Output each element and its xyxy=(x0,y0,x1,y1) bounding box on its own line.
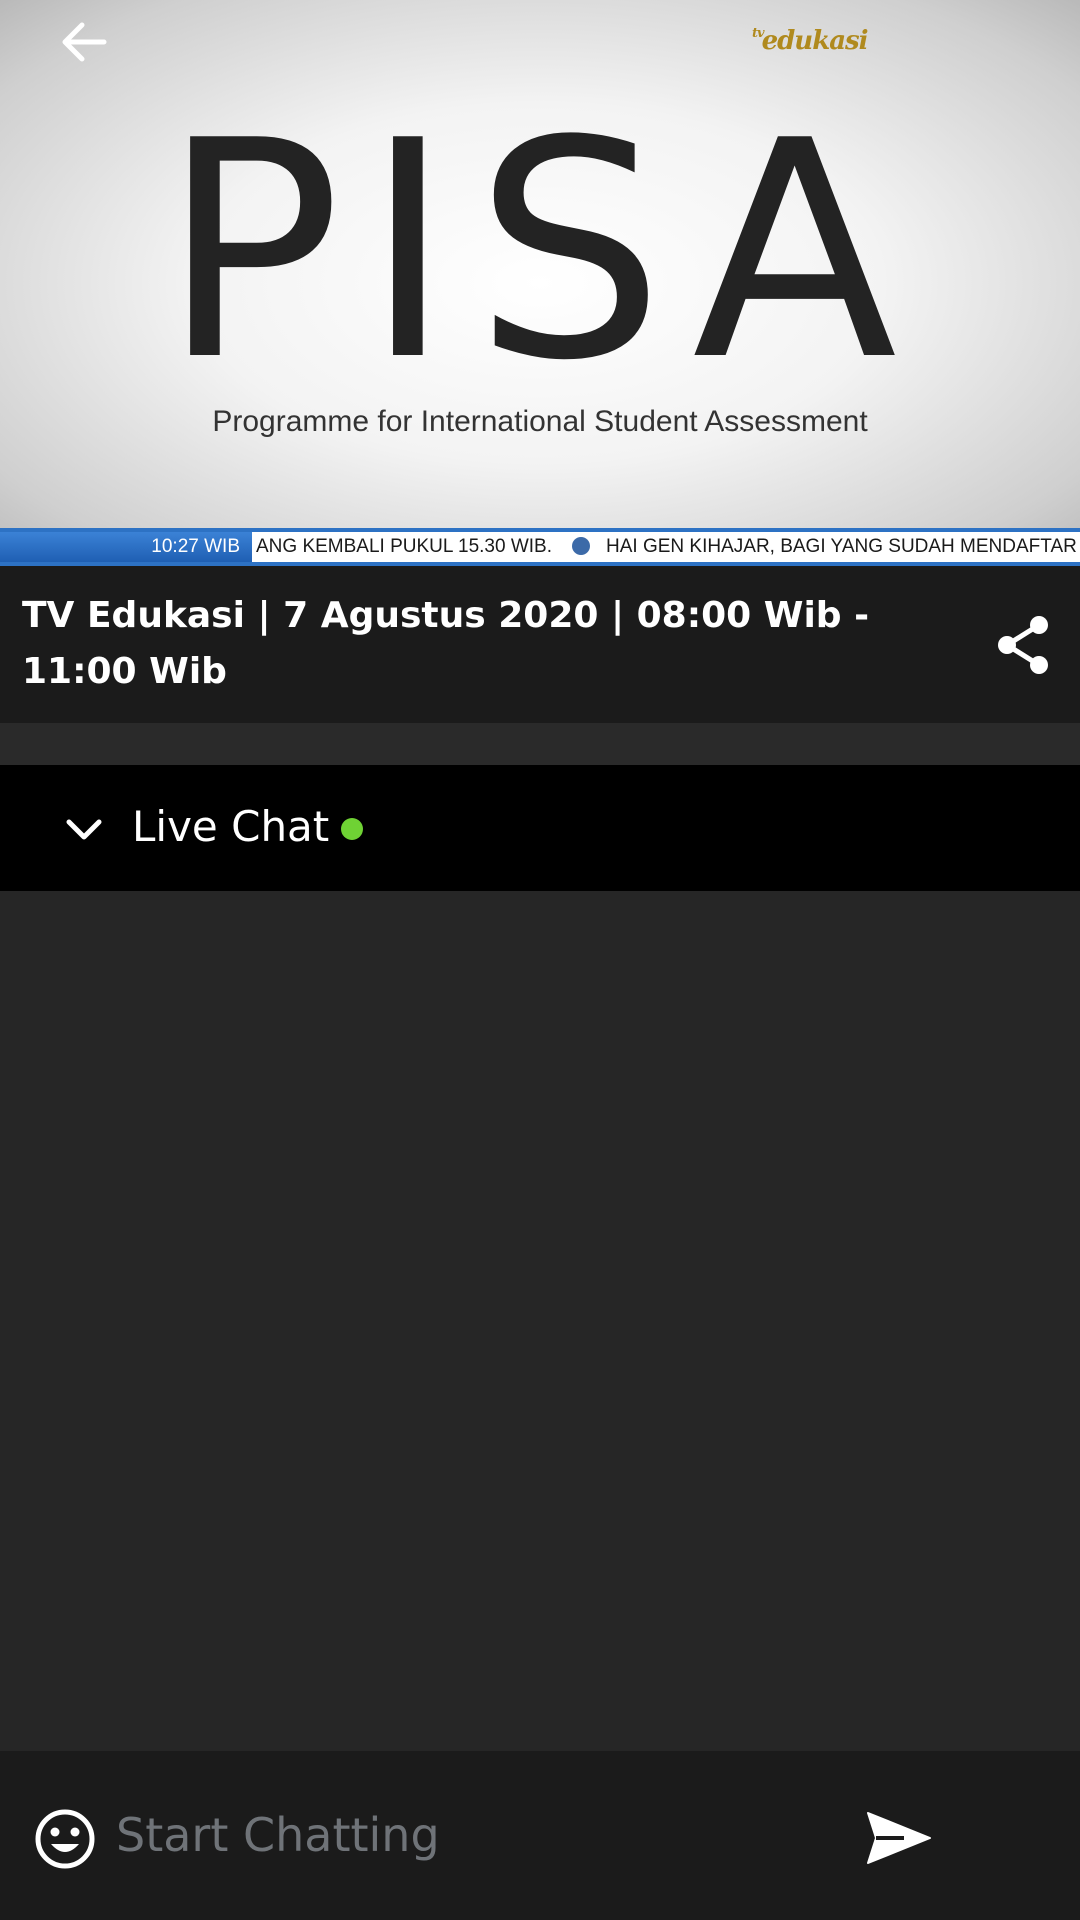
ticker-text: ANG KEMBALI PUKUL 15.30 WIB. HAI GEN KIHA… xyxy=(256,536,1080,557)
globe-icon xyxy=(572,537,591,555)
emoji-icon xyxy=(35,1809,95,1869)
chat-messages-area[interactable] xyxy=(0,891,1080,1751)
stream-title: TV Edukasi | 7 Agustus 2020 | 08:00 Wib … xyxy=(22,595,870,692)
divider xyxy=(0,723,1080,765)
share-icon xyxy=(998,616,1048,674)
video-subtitle: Programme for International Student Asse… xyxy=(212,405,868,438)
arrow-left-icon xyxy=(62,22,107,62)
live-status-dot xyxy=(341,818,363,840)
share-button[interactable] xyxy=(990,612,1056,678)
back-button[interactable] xyxy=(52,10,116,74)
send-button[interactable] xyxy=(862,1805,936,1871)
tv-edukasi-logo: tvedukasi xyxy=(752,26,869,56)
collapse-chat-button[interactable] xyxy=(62,807,106,851)
live-chat-label: Live Chat xyxy=(132,802,330,851)
ticker-time: 10:27 WIB xyxy=(0,532,252,562)
video-player[interactable]: PISA Programme for International Student… xyxy=(0,0,1080,566)
send-icon xyxy=(867,1812,931,1864)
chat-message-input[interactable] xyxy=(116,1795,816,1875)
stream-info: TV Edukasi | 7 Agustus 2020 | 08:00 Wib … xyxy=(0,566,1080,723)
chevron-down-icon xyxy=(66,819,102,840)
live-chat-header[interactable]: Live Chat xyxy=(0,765,1080,891)
video-headline: PISA xyxy=(160,77,920,426)
emoji-button[interactable] xyxy=(34,1808,96,1870)
news-ticker: 10:27 WIB ANG KEMBALI PUKUL 15.30 WIB. HA… xyxy=(0,528,1080,566)
chat-input-bar xyxy=(0,1751,1080,1920)
